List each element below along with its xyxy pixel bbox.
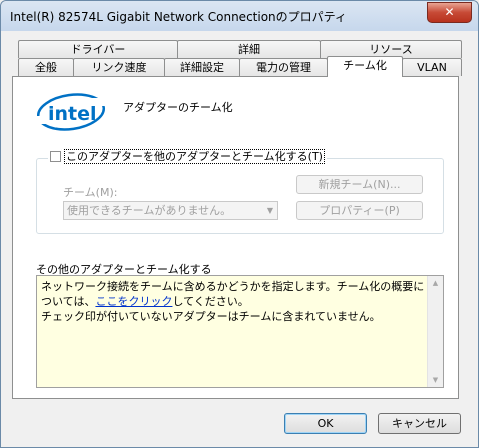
description-paragraph-1: ネットワーク接続をチームに含めるかどうかを指定します。チーム化の概要については、…: [41, 280, 425, 308]
tab-link-speed[interactable]: リンク速度: [73, 58, 165, 76]
team-select[interactable]: 使用できるチームがありません。 ▼: [63, 201, 278, 220]
close-button[interactable]: ✕: [427, 2, 472, 23]
tab-driver[interactable]: ドライバー: [18, 40, 178, 58]
team-label: チーム(M):: [63, 186, 118, 199]
tab-vlan[interactable]: VLAN: [402, 58, 462, 76]
vertical-scrollbar[interactable]: ▲ ▼: [427, 276, 443, 387]
page-title: アダプターのチーム化: [123, 101, 233, 114]
description-box: ネットワーク接続をチームに含めるかどうかを指定します。チーム化の概要については、…: [36, 275, 444, 388]
tab-general[interactable]: 全般: [18, 58, 74, 76]
help-link[interactable]: ここをクリック: [95, 295, 172, 308]
chevron-down-icon: ▼: [266, 206, 273, 215]
team-checkbox[interactable]: [50, 151, 61, 162]
tab-teaming[interactable]: チーム化: [327, 56, 403, 77]
cancel-button[interactable]: キャンセル: [378, 413, 461, 434]
tab-details[interactable]: 詳細: [177, 40, 321, 58]
properties-dialog: Intel(R) 82574L Gigabit Network Connecti…: [0, 0, 479, 448]
title-bar[interactable]: Intel(R) 82574L Gigabit Network Connecti…: [1, 1, 478, 31]
team-properties-button[interactable]: プロパティー(P): [296, 201, 423, 220]
intel-logo: intel: [35, 90, 107, 137]
scroll-up-icon[interactable]: ▲: [428, 276, 443, 290]
team-checkbox-label[interactable]: このアダプターを他のアダプターとチーム化する(T): [64, 149, 325, 164]
svg-text:intel: intel: [48, 103, 97, 125]
new-team-button[interactable]: 新規チーム(N)...: [296, 175, 423, 194]
teaming-panel: intel アダプターのチーム化 このアダプターを他のアダプターとチーム化する(…: [12, 76, 459, 399]
team-checkbox-row[interactable]: このアダプターを他のアダプターとチーム化する(T): [48, 149, 327, 164]
description-paragraph-2: チェック印が付いていないアダプターはチームに含まれていません。: [41, 310, 381, 323]
ok-button[interactable]: OK: [284, 413, 367, 434]
team-select-value: 使用できるチームがありません。: [67, 204, 232, 217]
close-icon: ✕: [444, 5, 455, 19]
tab-power-management[interactable]: 電力の管理: [239, 58, 328, 76]
scroll-down-icon[interactable]: ▼: [428, 373, 443, 387]
description-text: ネットワーク接続をチームに含めるかどうかを指定します。チーム化の概要については、…: [41, 279, 425, 324]
tab-advanced[interactable]: 詳細設定: [164, 58, 240, 76]
window-title: Intel(R) 82574L Gigabit Network Connecti…: [10, 10, 347, 24]
